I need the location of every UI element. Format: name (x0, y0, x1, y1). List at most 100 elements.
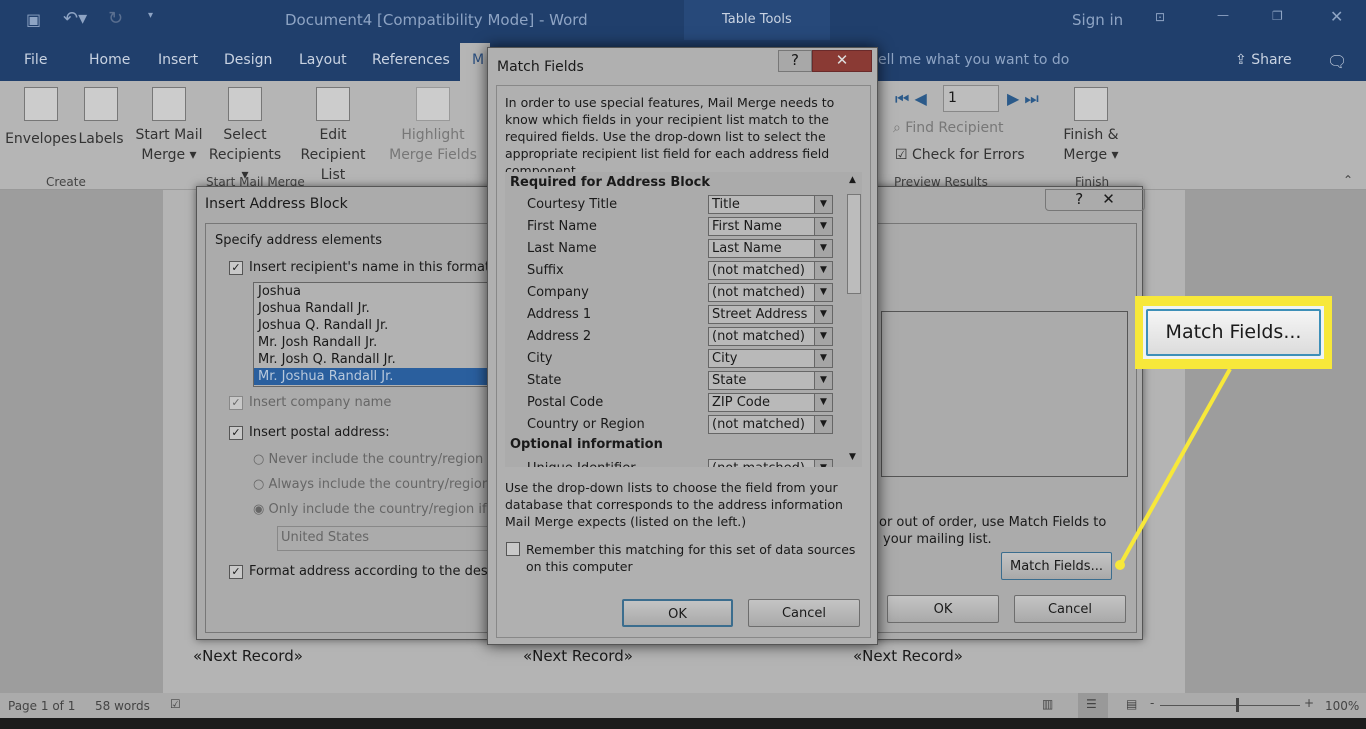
list-item[interactable]: Joshua (254, 283, 492, 300)
help-icon[interactable]: ? (1075, 190, 1083, 208)
field-dropdown[interactable]: (not matched)▼ (708, 415, 833, 434)
zoom-slider-thumb[interactable] (1236, 698, 1239, 712)
close-icon[interactable]: ✕ (812, 50, 872, 72)
field-dropdown[interactable]: (not matched)▼ (708, 283, 833, 302)
read-mode-icon[interactable]: ▥ (1042, 697, 1053, 711)
field-dropdown[interactable]: ZIP Code ▼ (708, 393, 833, 412)
name-format-list[interactable]: Joshua Joshua Randall Jr. Joshua Q. Rand… (253, 282, 493, 387)
chevron-down-icon[interactable]: ▼ (814, 460, 832, 467)
chevron-down-icon[interactable]: ▼ (814, 306, 832, 323)
start-mail-merge-button[interactable]: Start Mail Merge ▾ (134, 81, 204, 165)
field-dropdown[interactable]: Last Name ▼ (708, 239, 833, 258)
list-item[interactable]: Mr. Josh Q. Randall Jr. (254, 351, 492, 368)
list-item[interactable]: Mr. Josh Randall Jr. (254, 334, 492, 351)
zoom-level[interactable]: 100% (1325, 699, 1359, 713)
country-dropdown[interactable]: United States (277, 526, 492, 551)
last-record-icon[interactable]: ▶ ⏭ (1007, 89, 1039, 109)
find-recipient-button[interactable]: ⌕ Find Recipient (893, 120, 1003, 136)
field-dropdown[interactable]: (not matched)▼ (708, 459, 833, 467)
tab-home[interactable]: Home (89, 52, 130, 68)
chevron-down-icon[interactable]: ▼ (814, 218, 832, 235)
cancel-button[interactable]: Cancel (748, 599, 860, 627)
list-item-selected[interactable]: Mr. Joshua Randall Jr. (254, 368, 492, 385)
insert-postal-checkbox[interactable]: ✓ Insert postal address: (229, 425, 390, 440)
save-icon[interactable]: ▣ (26, 10, 41, 29)
check-for-errors-button[interactable]: ☑ Check for Errors (895, 147, 1025, 163)
comments-icon[interactable]: 🗨 (1327, 52, 1347, 71)
finish-merge-button[interactable]: Finish & Merge ▾ (1060, 81, 1122, 165)
match-fields-button-zoomed[interactable]: Match Fields... (1146, 309, 1321, 356)
field-dropdown[interactable]: City ▼ (708, 349, 833, 368)
insert-company-checkbox[interactable]: ✓ Insert company name (229, 395, 391, 410)
close-icon[interactable]: ✕ (1102, 190, 1115, 208)
ok-button[interactable]: OK (887, 595, 999, 623)
web-layout-icon[interactable]: ▤ (1126, 697, 1137, 711)
chevron-down-icon[interactable]: ▼ (814, 240, 832, 257)
chevron-down-icon[interactable]: ▼ (814, 196, 832, 213)
zoom-out-icon[interactable]: - (1150, 696, 1154, 710)
insert-name-checkbox[interactable]: ✓ Insert recipient's name in this format: (229, 260, 495, 275)
first-record-icon[interactable]: ⏮ ◀ (895, 89, 927, 109)
chevron-down-icon[interactable]: ▼ (814, 328, 832, 345)
chevron-down-icon[interactable]: ▼ (814, 262, 832, 279)
field-row: Address 1 Street Address ▼ (505, 304, 845, 326)
close-icon[interactable]: ✕ (1330, 7, 1343, 26)
help-icon[interactable]: ? (778, 50, 812, 72)
edit-recipient-list-button[interactable]: Edit Recipient List (287, 81, 379, 185)
radio-only[interactable]: ◉ Only include the country/region if dif (253, 502, 507, 517)
tab-layout[interactable]: Layout (299, 52, 347, 68)
list-item[interactable]: Joshua Randall Jr. (254, 300, 492, 317)
tab-file[interactable]: File (24, 52, 47, 68)
zoom-in-icon[interactable]: + (1304, 696, 1314, 710)
envelopes-button[interactable]: Envelopes (5, 81, 77, 149)
chevron-down-icon[interactable]: ▼ (814, 284, 832, 301)
field-dropdown[interactable]: Title ▼ (708, 195, 833, 214)
labels-button[interactable]: Labels (78, 81, 124, 149)
scrollbar-thumb[interactable] (847, 194, 861, 294)
print-layout-icon[interactable]: ☰ (1078, 693, 1108, 718)
field-dropdown[interactable]: State ▼ (708, 371, 833, 390)
redo-icon[interactable]: ↻ (108, 8, 123, 29)
tab-design[interactable]: Design (224, 52, 272, 68)
restore-icon[interactable]: ❐ (1272, 9, 1283, 23)
proofing-icon[interactable]: ☑ (170, 697, 181, 711)
page-count[interactable]: Page 1 of 1 (8, 699, 75, 713)
field-row: Company (not matched) ▼ (505, 282, 845, 304)
radio-always[interactable]: ○ Always include the country/region in (253, 477, 506, 492)
minimize-icon[interactable]: — (1217, 8, 1229, 22)
record-number-input[interactable]: 1 (943, 85, 999, 112)
chevron-down-icon[interactable]: ▼ (814, 372, 832, 389)
chevron-down-icon[interactable]: ▼ (814, 394, 832, 411)
chevron-down-icon[interactable]: ▼ (814, 350, 832, 367)
ok-button[interactable]: OK (622, 599, 733, 627)
ribbon-display-icon[interactable]: ⊡ (1155, 10, 1165, 24)
highlight-merge-fields-button[interactable]: Highlight Merge Fields (388, 81, 478, 165)
tab-references[interactable]: References (372, 52, 450, 68)
field-dropdown[interactable]: First Name ▼ (708, 217, 833, 236)
scrollbar[interactable]: ▲ ▼ (845, 172, 862, 467)
highlight-icon (416, 87, 450, 121)
field-dropdown[interactable]: Street Address ▼ (708, 305, 833, 324)
cancel-button[interactable]: Cancel (1014, 595, 1126, 623)
zoom-slider[interactable] (1160, 705, 1300, 706)
field-dropdown[interactable]: (not matched)▼ (708, 261, 833, 280)
share-button[interactable]: ⇪ Share (1235, 52, 1292, 68)
tab-insert[interactable]: Insert (158, 52, 198, 68)
tab-mailings[interactable]: M (472, 52, 484, 68)
undo-icon[interactable]: ↶▾ (63, 8, 87, 29)
match-fields-button[interactable]: Match Fields... (1001, 552, 1112, 580)
radio-never[interactable]: ○ Never include the country/region in t (253, 452, 509, 467)
word-count[interactable]: 58 words (95, 699, 150, 713)
remember-checkbox[interactable]: Remember this matching for this set of d… (506, 541, 866, 575)
customize-toolbar-icon[interactable]: ▾ (148, 10, 153, 21)
select-recipients-button[interactable]: Select Recipients ▾ (205, 81, 285, 185)
section-label: Specify address elements (215, 233, 383, 248)
field-dropdown[interactable]: (not matched)▼ (708, 327, 833, 346)
collapse-ribbon-icon[interactable]: ⌃ (1343, 173, 1353, 187)
format-address-checkbox[interactable]: ✓ Format address according to the destina (229, 564, 513, 579)
tell-me-search[interactable]: ell me what you want to do (878, 52, 1069, 68)
chevron-down-icon[interactable]: ▼ (814, 416, 832, 433)
list-item[interactable]: Joshua Q. Randall Jr. (254, 317, 492, 334)
group-create-label: Create (46, 175, 86, 189)
sign-in-link[interactable]: Sign in (1072, 11, 1123, 29)
